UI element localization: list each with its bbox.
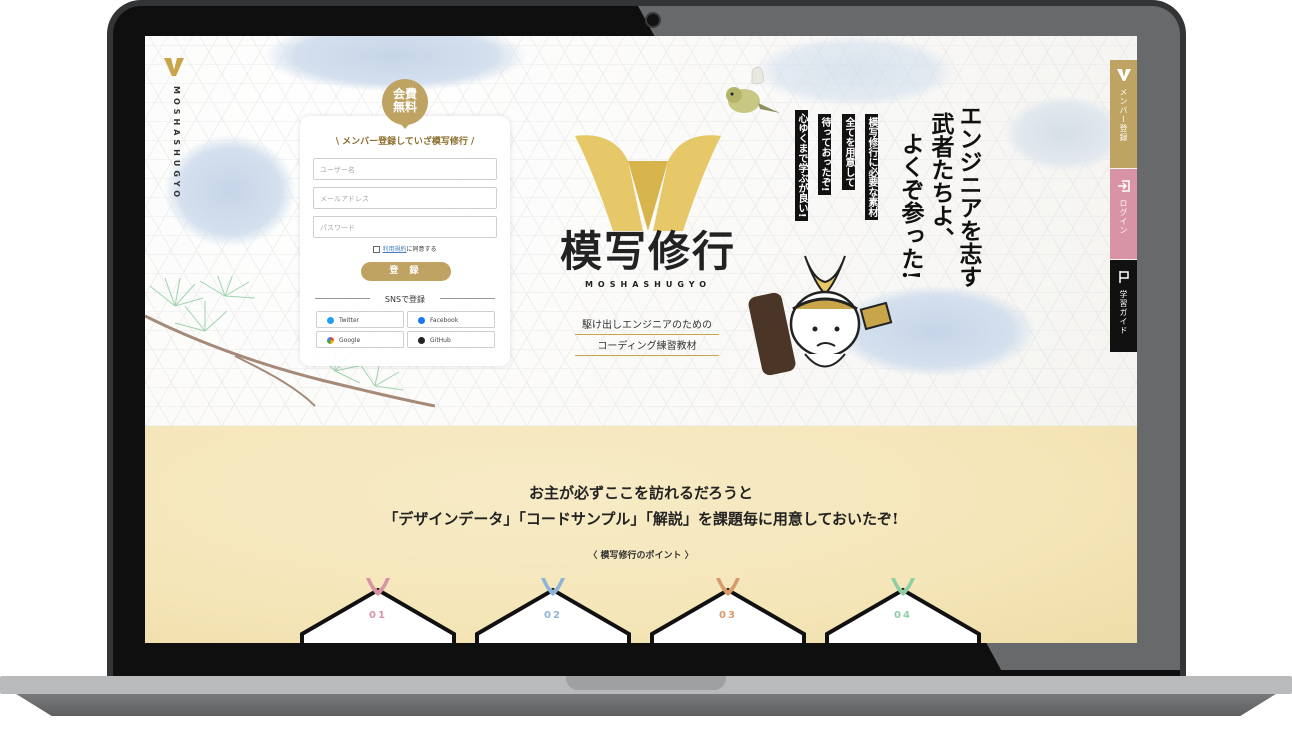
laptop-notch [566,676,726,690]
bird-illustration [726,66,780,113]
point-number: 02 [544,610,562,621]
github-label: GitHub [430,337,451,344]
google-label: Google [339,337,361,344]
point-card[interactable]: 03 [650,576,806,643]
section-heading-line1: お主が必ずここを訪れるだろうと [528,484,754,502]
boxed-copy-4: 心ゆくまで学ぶが良い! [795,110,808,221]
free-badge: 会費 無料 [382,79,428,125]
email-input[interactable]: メールアドレス [313,187,497,209]
learning-guide-label: 学習ガイド [1119,290,1128,335]
cloud-decoration [755,36,955,106]
main-logo-text: 模写修行 [559,227,736,276]
terms-link[interactable]: 利用規約 [382,246,406,253]
sns-label: SNSで登録 [384,295,426,304]
facebook-icon [418,317,425,324]
boxed-copy-2: 全てを用意して [842,114,855,190]
point-card[interactable]: 01 [300,576,456,643]
member-register-label: メンバー登録 [1119,88,1128,142]
member-register-tab[interactable]: メンバー登録 [1110,60,1137,168]
catch-copy-2: 武者たちよ、 [927,112,954,250]
learning-guide-tab[interactable]: 学習ガイド [1110,260,1137,352]
facebook-button[interactable]: Facebook [407,311,495,328]
login-icon [1117,180,1130,192]
google-icon [327,337,334,344]
github-button[interactable]: GitHub [407,331,495,348]
twitter-label: Twitter [339,317,360,324]
boxed-copy-1: 模写修行に必要な素材 [865,114,878,220]
password-input[interactable]: パスワード [313,216,497,238]
camera-icon [645,12,661,28]
cloud-decoration [165,136,295,246]
point-card[interactable]: 02 [475,576,631,643]
twitter-icon [327,317,334,324]
terms-checkbox[interactable] [373,246,381,253]
logo-mark-icon [1116,69,1131,81]
catch-copy-1: エンジニアを志す [955,104,982,288]
badge-tail [399,122,411,129]
point-number: 01 [369,610,387,621]
points-heading: 〈 模写修行のポイント 〉 [588,551,694,561]
google-button[interactable]: Google [316,331,404,348]
point-card[interactable]: 04 [825,576,981,643]
signup-card [300,116,510,366]
twitter-button[interactable]: Twitter [316,311,404,328]
points-section [145,426,1137,643]
username-input[interactable]: ユーザー名 [313,158,497,180]
cloud-decoration [1005,96,1125,171]
main-logo-subtext: MOSHASHUGYO [584,280,712,289]
login-label: ログイン [1119,199,1128,235]
flag-icon [1118,271,1129,283]
boxed-copy-3: 待っておったぞ! [818,114,831,195]
logo-mark-icon[interactable] [162,56,186,80]
terms-agreement: 利用規約に同意する [313,244,497,253]
hero-tagline-1: 駆け出しエンジニアのための [575,316,719,335]
signup-title: \ メンバー登録していざ模写修行 / [335,137,475,147]
point-number: 04 [894,610,912,621]
register-button[interactable]: 登 録 [361,262,451,281]
terms-suffix: に同意する [406,246,437,253]
facebook-label: Facebook [430,317,459,324]
website-screen: MOSHASHUGYO 会費 無料 \ メンバー登録していざ模写修行 / ユーザ… [145,36,1137,643]
github-icon [418,337,425,344]
side-brand-text: MOSHASHUGYO [172,86,181,202]
catch-copy-3: よくぞ参った! [897,132,924,281]
section-heading-line2: 「デザインデータ」「コードサンプル」「解説」を課題毎に用意しておいたぞ! [383,510,899,528]
hero-tagline-2: コーディング練習教材 [575,337,719,356]
badge-line2: 無料 [392,100,417,114]
login-tab[interactable]: ログイン [1110,169,1137,259]
point-number: 03 [719,610,737,621]
samurai-mascot-illustration [748,255,893,376]
